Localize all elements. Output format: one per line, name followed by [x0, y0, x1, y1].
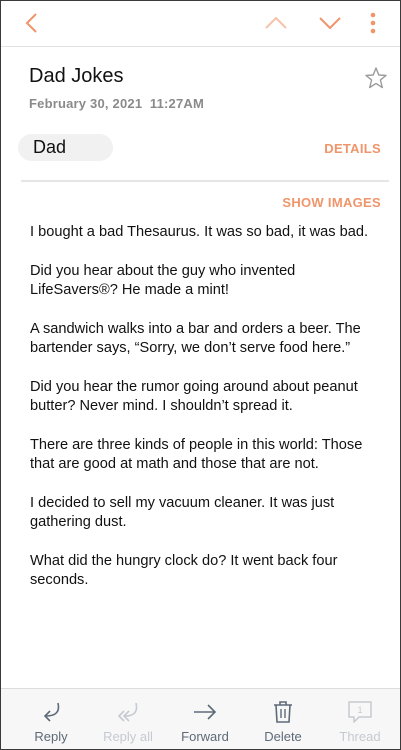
- thread-icon: 1: [346, 699, 374, 725]
- message-date-text: February 30, 2021 11:27AM: [29, 96, 205, 111]
- thread-count: 1: [357, 705, 362, 715]
- more-vertical-icon: [370, 12, 376, 34]
- reply-all-label: Reply all: [103, 729, 153, 744]
- forward-label: Forward: [181, 729, 229, 744]
- body-paragraph: There are three kinds of people in this …: [30, 436, 363, 473]
- body-paragraph: I bought a bad Thesaurus. It was so bad,…: [30, 224, 369, 240]
- divider: [21, 180, 389, 182]
- body-paragraph: I decided to sell my vacuum cleaner. It …: [30, 494, 335, 531]
- forward-icon: [191, 699, 219, 725]
- more-options-button[interactable]: [357, 7, 389, 39]
- top-bar: [1, 1, 400, 47]
- bottom-toolbar: Reply Reply all Forward Delete 1 Thread: [1, 688, 400, 749]
- body-paragraph: What did the hungry clock do? It went ba…: [30, 552, 338, 589]
- message-date: February 30, 2021 11:27AM: [29, 96, 204, 111]
- star-button[interactable]: [363, 65, 389, 91]
- previous-message-button[interactable]: [260, 7, 292, 39]
- details-link[interactable]: DETAILS: [324, 141, 381, 156]
- chevron-down-icon: [319, 17, 341, 30]
- chevron-left-icon: [25, 13, 37, 33]
- body-paragraph: A sandwich walks into a bar and orders a…: [30, 320, 361, 357]
- reply-all-icon: [114, 699, 142, 725]
- message-subject: Dad Jokes: [29, 65, 124, 87]
- delete-label: Delete: [264, 729, 302, 744]
- thread-label: Thread: [339, 729, 381, 744]
- message-body: I bought a bad Thesaurus. It was so bad,…: [30, 223, 375, 610]
- reply-label: Reply: [34, 729, 68, 744]
- thread-button[interactable]: 1 Thread: [324, 689, 396, 749]
- delete-button[interactable]: Delete: [247, 689, 319, 749]
- body-paragraph: Did you hear the rumor going around abou…: [30, 378, 358, 415]
- back-button[interactable]: [16, 7, 48, 39]
- forward-button[interactable]: Forward: [169, 689, 241, 749]
- sender-chip[interactable]: Dad: [18, 134, 113, 161]
- show-images-link[interactable]: SHOW IMAGES: [282, 195, 381, 210]
- star-icon: [365, 67, 387, 89]
- reply-button[interactable]: Reply: [15, 689, 87, 749]
- chevron-up-icon: [265, 16, 287, 29]
- trash-icon: [269, 699, 297, 725]
- reply-all-button[interactable]: Reply all: [92, 689, 164, 749]
- email-viewer: Dad Jokes February 30, 2021 11:27AM Dad …: [0, 0, 401, 750]
- reply-icon: [37, 699, 65, 725]
- next-message-button[interactable]: [314, 7, 346, 39]
- body-paragraph: Did you hear about the guy who invented …: [30, 262, 296, 299]
